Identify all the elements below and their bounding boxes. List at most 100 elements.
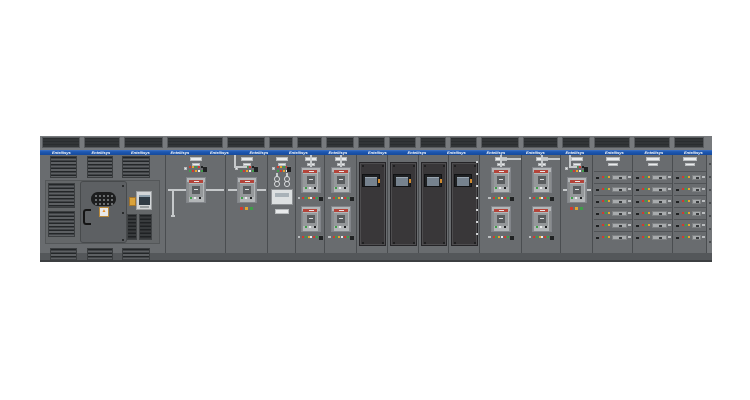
indicator-light-red: [344, 236, 346, 238]
indicator-light-green: [547, 236, 549, 238]
mimic-cap: [171, 215, 175, 217]
feeder-row: [673, 195, 707, 207]
row-light-red: [602, 236, 604, 238]
row-light-green: [645, 188, 647, 190]
breaker-status-light: [309, 187, 311, 189]
row-separator: [674, 219, 706, 220]
roof-vent-panel: [481, 137, 519, 148]
feeder-row: [633, 219, 673, 231]
row-tag: [628, 212, 631, 215]
end-bolt: [709, 189, 711, 191]
unit-switch: [676, 188, 679, 192]
door-screw: [122, 239, 124, 241]
breaker-rail-left: [302, 211, 304, 231]
switchgear-lineup: EntellisysEntellisysEntellisysEntellisys…: [40, 136, 712, 262]
breaker-rail-left: [568, 182, 570, 202]
section-nameplate: [571, 157, 583, 161]
grille-dot: [99, 203, 101, 205]
breaker-indicator-strip: [298, 234, 324, 240]
row-light-green: [685, 212, 687, 214]
indicator-light-amber: [195, 170, 197, 172]
section-nameplate-small: [608, 163, 618, 166]
row-separator: [674, 183, 706, 184]
indicator-cluster: [272, 165, 292, 174]
cluster-label: [272, 167, 275, 170]
roof-vent-panel: [634, 137, 670, 148]
indicator-light-white: [310, 197, 312, 199]
handle-notch: [659, 201, 662, 204]
breaker-indicator-strip: [298, 195, 324, 201]
breaker-unit: [532, 206, 552, 232]
breaker-rail-left: [332, 211, 334, 231]
grille-dot: [107, 195, 109, 197]
unit-switch: [676, 176, 679, 180]
row-tag: [668, 212, 671, 215]
breaker-rail-right: [204, 182, 206, 202]
breaker-rail-right: [509, 172, 511, 192]
breaker-trip-light: [344, 187, 346, 189]
row-light-amber: [648, 200, 650, 202]
strip-label: [488, 197, 491, 200]
feeder-handle: [652, 187, 667, 192]
breaker-rail-left: [492, 211, 494, 231]
indicator-light-red: [333, 236, 335, 238]
display-status-light: [440, 179, 442, 183]
breaker-rail-left: [302, 172, 304, 192]
indicator-light-amber: [246, 170, 248, 172]
hmi-keypad-line: [140, 206, 149, 208]
breaker-label-text: [194, 181, 199, 182]
aux-light-red: [240, 207, 243, 210]
row-separator: [634, 207, 672, 208]
row-tag: [668, 176, 671, 179]
grille-dot: [111, 199, 113, 201]
row-light-amber: [608, 224, 610, 226]
indicator-light-green: [277, 170, 279, 172]
end-bolt: [709, 241, 711, 243]
indicator-light-green: [316, 197, 318, 199]
grille-dot: [99, 199, 101, 201]
row-tag: [628, 224, 631, 227]
unit-switch: [596, 200, 599, 204]
feeder-row: [673, 171, 707, 183]
breaker-status-light: [245, 197, 247, 199]
row-light-red: [682, 176, 684, 178]
meter-label: [275, 209, 289, 214]
divider-bolt: [476, 221, 478, 223]
breaker-charge-light: [335, 226, 337, 228]
feeder-handle: [692, 211, 701, 216]
row-light-amber: [688, 236, 690, 238]
grille-dot: [95, 203, 97, 205]
feeder-row: [593, 183, 633, 195]
handle-notch: [696, 213, 699, 216]
breaker-rail-left: [492, 172, 494, 192]
breaker-core-glyph: [499, 218, 503, 219]
indicator-light-red: [313, 236, 315, 238]
row-light-amber: [608, 188, 610, 190]
indicator-light-red: [544, 197, 546, 199]
row-light-green: [605, 224, 607, 226]
roof-vent-panel: [562, 137, 590, 148]
gen-top-louver: [50, 156, 77, 178]
gen-dark-vent: [127, 214, 137, 240]
aux-light-amber: [245, 207, 248, 210]
strip-switch: [510, 235, 514, 240]
breaker-indicator-strip: [529, 234, 555, 240]
breaker-trip-light: [545, 226, 547, 228]
section-nameplate-small: [648, 163, 658, 166]
section-nameplate: [276, 157, 288, 161]
display-status-light: [470, 179, 472, 183]
section-mcc-2: [632, 155, 672, 253]
warning-label: ▲: [99, 207, 109, 217]
door-display: [393, 174, 411, 187]
indicator-light-white: [501, 236, 503, 238]
row-tag: [668, 188, 671, 191]
roof-vent-panel: [124, 137, 163, 148]
row-light-red: [602, 200, 604, 202]
handle-notch: [696, 225, 699, 228]
indicator-light-amber: [308, 236, 310, 238]
door-screw: [443, 165, 445, 167]
handle-notch: [696, 237, 699, 240]
breaker-status-light: [540, 187, 542, 189]
row-separator: [674, 231, 706, 232]
door-pull-handle: [83, 209, 91, 225]
